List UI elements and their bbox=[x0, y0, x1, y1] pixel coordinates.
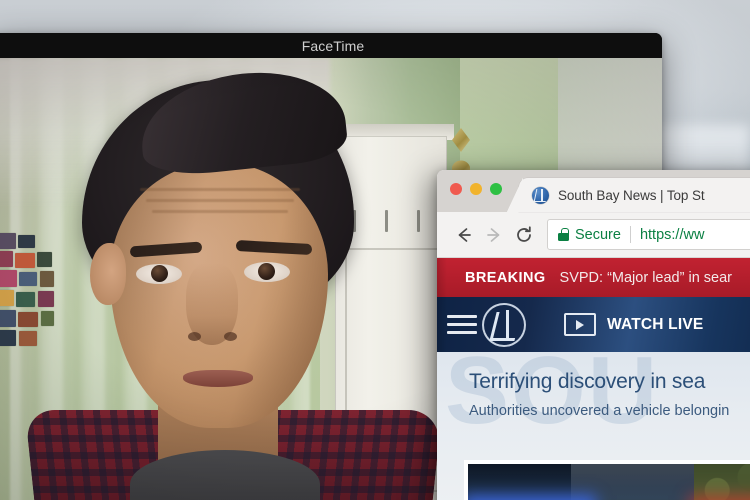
police-lights-photo bbox=[468, 464, 750, 500]
subject-ear bbox=[90, 243, 126, 305]
browser-tab[interactable]: South Bay News | Top St bbox=[507, 178, 750, 212]
article-subheadline: Authorities uncovered a vehicle belongin bbox=[469, 403, 730, 419]
subject-mouth bbox=[183, 370, 253, 387]
security-status-label: Secure bbox=[575, 226, 621, 243]
maximize-button[interactable] bbox=[490, 183, 502, 195]
arrow-left-icon[interactable] bbox=[449, 220, 479, 250]
hamburger-menu-icon[interactable] bbox=[447, 310, 477, 339]
browser-tabstrip[interactable]: South Bay News | Top St bbox=[437, 170, 750, 212]
screen: FaceTime South Bay News | Top St Secure … bbox=[0, 0, 750, 500]
watch-live-button[interactable]: WATCH LIVE bbox=[564, 313, 703, 336]
channel-4-logo-icon bbox=[532, 186, 549, 204]
facetime-titlebar[interactable]: FaceTime bbox=[0, 33, 662, 58]
subject-nostrils bbox=[186, 330, 240, 344]
browser-tab-title: South Bay News | Top St bbox=[558, 187, 705, 203]
channel-4-logo-icon[interactable] bbox=[484, 305, 524, 345]
news-page: BREAKING SVPD: “Major lead” in sear WATC… bbox=[437, 258, 750, 500]
subject-pupil-left bbox=[151, 265, 168, 282]
facetime-window-title: FaceTime bbox=[301, 37, 365, 54]
lock-icon bbox=[558, 228, 569, 241]
breaking-headline-text: SVPD: “Major lead” in sear bbox=[559, 269, 732, 286]
article-photo-frame[interactable] bbox=[464, 460, 750, 500]
breaking-news-bar[interactable]: BREAKING SVPD: “Major lead” in sear bbox=[437, 258, 750, 297]
window-controls[interactable] bbox=[450, 183, 502, 195]
watch-live-label: WATCH LIVE bbox=[607, 315, 704, 333]
play-button-icon bbox=[564, 313, 596, 336]
article-headline[interactable]: Terrifying discovery in sea bbox=[437, 352, 750, 394]
close-button[interactable] bbox=[450, 183, 462, 195]
breaking-label: BREAKING bbox=[465, 269, 546, 286]
subject-forehead-lines bbox=[140, 188, 300, 222]
url-text: https://ww bbox=[639, 226, 705, 243]
minimize-button[interactable] bbox=[470, 183, 482, 195]
photo-car-roof bbox=[570, 464, 715, 500]
article-block: SOU Terrifying discovery in sea Authorit… bbox=[437, 352, 750, 500]
browser-window[interactable]: South Bay News | Top St Secure https://w… bbox=[437, 170, 750, 500]
omnibox-divider bbox=[629, 226, 631, 243]
reload-icon[interactable] bbox=[509, 220, 539, 250]
site-navbar[interactable]: WATCH LIVE bbox=[437, 297, 750, 352]
browser-toolbar[interactable]: Secure https://ww bbox=[437, 212, 750, 258]
subject-pupil-right bbox=[258, 263, 275, 280]
photo-foliage bbox=[693, 464, 750, 500]
address-bar[interactable]: Secure https://ww bbox=[547, 219, 750, 250]
arrow-right-icon[interactable] bbox=[479, 220, 509, 250]
